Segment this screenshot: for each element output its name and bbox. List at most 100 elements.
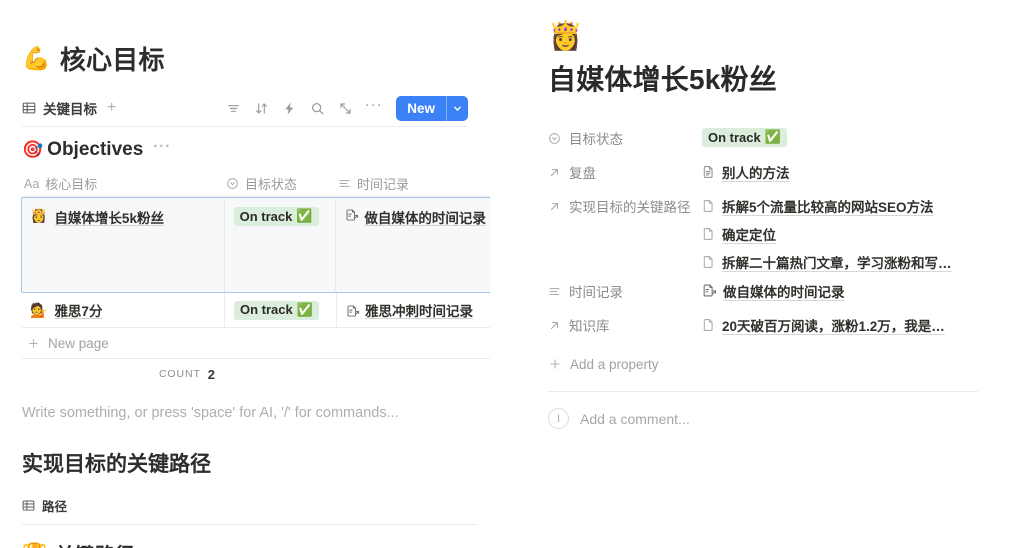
heading-key-path: 实现目标的关键路径 (22, 453, 211, 476)
count-value: 2 (207, 366, 216, 382)
document-emoji[interactable]: 👸 (548, 22, 978, 50)
property-values[interactable]: 做自媒体的时间记录 (702, 279, 845, 301)
sub-database-label: 路径 (42, 500, 68, 514)
status-badge: On track ✅ (234, 300, 319, 320)
plus-icon (27, 337, 40, 350)
column-header-目标状态[interactable]: 目标状态 (224, 171, 336, 196)
group-header: 🎯 Objectives ··· (22, 138, 468, 162)
database-tab-关键目标[interactable]: 关键目标 (22, 98, 97, 118)
property-values[interactable]: 别人的方法 (702, 160, 790, 182)
document-title[interactable]: 自媒体增长5k粉丝 (548, 58, 978, 98)
table-row[interactable]: 💁 雅思7分 On track ✅ 雅思冲刺时间记录 (22, 293, 490, 328)
filter-icon[interactable] (221, 96, 246, 121)
row-time-record-text: 做自媒体的时间记录 (364, 211, 486, 226)
page-reference[interactable]: 拆解二十篇热门文章，学习涨粉和写… (702, 251, 952, 272)
property-label-text: 实现目标的关键路径 (569, 200, 691, 215)
new-button-group: New (396, 95, 468, 121)
page-reference-text: 20天破百万阅读，涨粉1.2万，我是… (722, 318, 945, 334)
comment-composer[interactable]: I Add a comment... (548, 408, 978, 429)
column-header-核心目标[interactable]: Aa 核心目标 (22, 171, 224, 196)
page-reference-text: 确定定位 (722, 227, 776, 243)
objectives-table: Aa 核心目标 目标状态 时间记录 👸 自媒体增长5k粉丝 On track ✅… (21, 171, 490, 389)
heading-关键路径: 🏆 关键路径 (22, 539, 468, 548)
page-reference[interactable]: 20天破百万阅读，涨粉1.2万，我是… (702, 314, 945, 335)
more-options-icon[interactable]: ··· (361, 96, 386, 121)
row-time-record-cell[interactable]: 做自媒体的时间记录 (335, 198, 490, 292)
property-row-知识库: 知识库 20天破百万阅读，涨粉1.2万，我是… (548, 313, 978, 340)
page-icon (702, 318, 716, 332)
sub-database-divider (22, 524, 477, 525)
status-badge-label: On track (240, 302, 293, 317)
database-toolbar: 关键目标 + ··· New (22, 93, 468, 123)
property-values[interactable]: 拆解5个流量比较高的网站SEO方法 确定定位 拆解二十篇热门文章，学习涨粉和写… (702, 194, 952, 272)
property-values[interactable]: 20天破百万阅读，涨粉1.2万，我是… (702, 313, 945, 335)
property-label[interactable]: 实现目标的关键路径 (548, 194, 702, 218)
page-title-text: 核心目标 (59, 45, 165, 75)
dart-icon: 🎯 (22, 140, 44, 159)
relation-arrow-icon (548, 166, 561, 179)
page-reference[interactable]: 别人的方法 (702, 161, 790, 182)
page-reference-text: 别人的方法 (722, 165, 790, 181)
new-button[interactable]: New (396, 96, 446, 121)
property-values[interactable]: On track ✅ (702, 126, 787, 148)
column-header-label: 核心目标 (45, 177, 98, 192)
property-label[interactable]: 时间记录 (548, 279, 702, 303)
property-label-text: 知识库 (569, 319, 610, 334)
comment-input[interactable]: Add a comment... (580, 411, 690, 427)
status-badge-label: On track (708, 129, 761, 145)
row-title-text: 自媒体增长5k粉丝 (54, 211, 164, 226)
page-reference[interactable]: 确定定位 (702, 223, 952, 244)
property-label-text: 目标状态 (569, 132, 623, 147)
page-icon (702, 199, 716, 213)
heading-text: 关键路径 (55, 539, 135, 548)
row-title-text: 雅思7分 (54, 304, 103, 319)
property-label[interactable]: 知识库 (548, 313, 702, 337)
group-more-options-icon[interactable]: ··· (153, 138, 171, 162)
check-mark-icon: ✅ (296, 208, 313, 223)
search-icon[interactable] (305, 96, 330, 121)
chevron-down-icon[interactable] (446, 95, 468, 121)
new-page-button[interactable]: New page (22, 328, 490, 359)
page-reference[interactable]: 做自媒体的时间记录 (702, 280, 845, 301)
check-mark-icon: ✅ (764, 129, 781, 144)
property-row-实现目标的关键路径: 实现目标的关键路径 拆解5个流量比较高的网站SEO方法 确定定位 拆解二十篇热门… (548, 194, 978, 272)
sub-database-tab-路径[interactable]: 路径 (22, 496, 468, 515)
status-badge: On track ✅ (702, 128, 787, 147)
property-label-text: 复盘 (569, 166, 596, 181)
expand-icon[interactable] (333, 96, 358, 121)
row-emoji: 💁 (30, 301, 48, 318)
right-detail-panel: 👸 自媒体增长5k粉丝 目标状态 On track ✅ 复盘 别人的方法 实现目… (492, 0, 1024, 548)
select-icon (548, 132, 561, 145)
property-row-目标状态: 目标状态 On track ✅ (548, 126, 978, 153)
status-badge: On track ✅ (233, 207, 319, 226)
status-badge-label: On track (239, 208, 293, 224)
add-property-button[interactable]: Add a property (548, 352, 978, 376)
property-label[interactable]: 目标状态 (548, 126, 702, 150)
row-title-cell[interactable]: 👸 自媒体增长5k粉丝 (22, 198, 224, 292)
row-status-cell[interactable]: On track ✅ (223, 198, 336, 292)
lightning-icon[interactable] (277, 96, 302, 121)
left-page-panel: 💪 核心目标 关键目标 + ··· New 🎯 Objectives ··· A… (0, 0, 490, 548)
column-header-label: 目标状态 (245, 177, 298, 192)
sort-icon[interactable] (249, 96, 274, 121)
status-value[interactable]: On track ✅ (702, 127, 787, 148)
row-time-record-cell[interactable]: 雅思冲刺时间记录 (336, 293, 490, 327)
table-icon (22, 101, 36, 115)
row-title-cell[interactable]: 💁 雅思7分 (22, 293, 224, 327)
page-reference[interactable]: 拆解5个流量比较高的网站SEO方法 (702, 195, 952, 216)
add-view-button[interactable]: + (107, 100, 116, 116)
relation-arrow-icon (548, 319, 561, 332)
table-row[interactable]: 👸 自媒体增长5k粉丝 On track ✅ 做自媒体的时间记录 (21, 197, 490, 293)
property-label-text: 时间记录 (569, 285, 623, 300)
property-label[interactable]: 复盘 (548, 160, 702, 184)
table-header-row: Aa 核心目标 目标状态 时间记录 (22, 171, 490, 197)
table-count-row[interactable]: COUNT 2 (22, 359, 490, 389)
page-reference-text: 拆解5个流量比较高的网站SEO方法 (722, 199, 934, 215)
column-header-时间记录[interactable]: 时间记录 (336, 171, 490, 196)
database-tool-buttons: ··· New (221, 95, 468, 121)
comment-divider (548, 391, 978, 392)
body-placeholder[interactable]: Write something, or press 'space' for AI… (22, 405, 468, 421)
check-mark-icon: ✅ (296, 301, 313, 317)
avatar: I (548, 408, 569, 429)
row-status-cell[interactable]: On track ✅ (224, 293, 336, 327)
